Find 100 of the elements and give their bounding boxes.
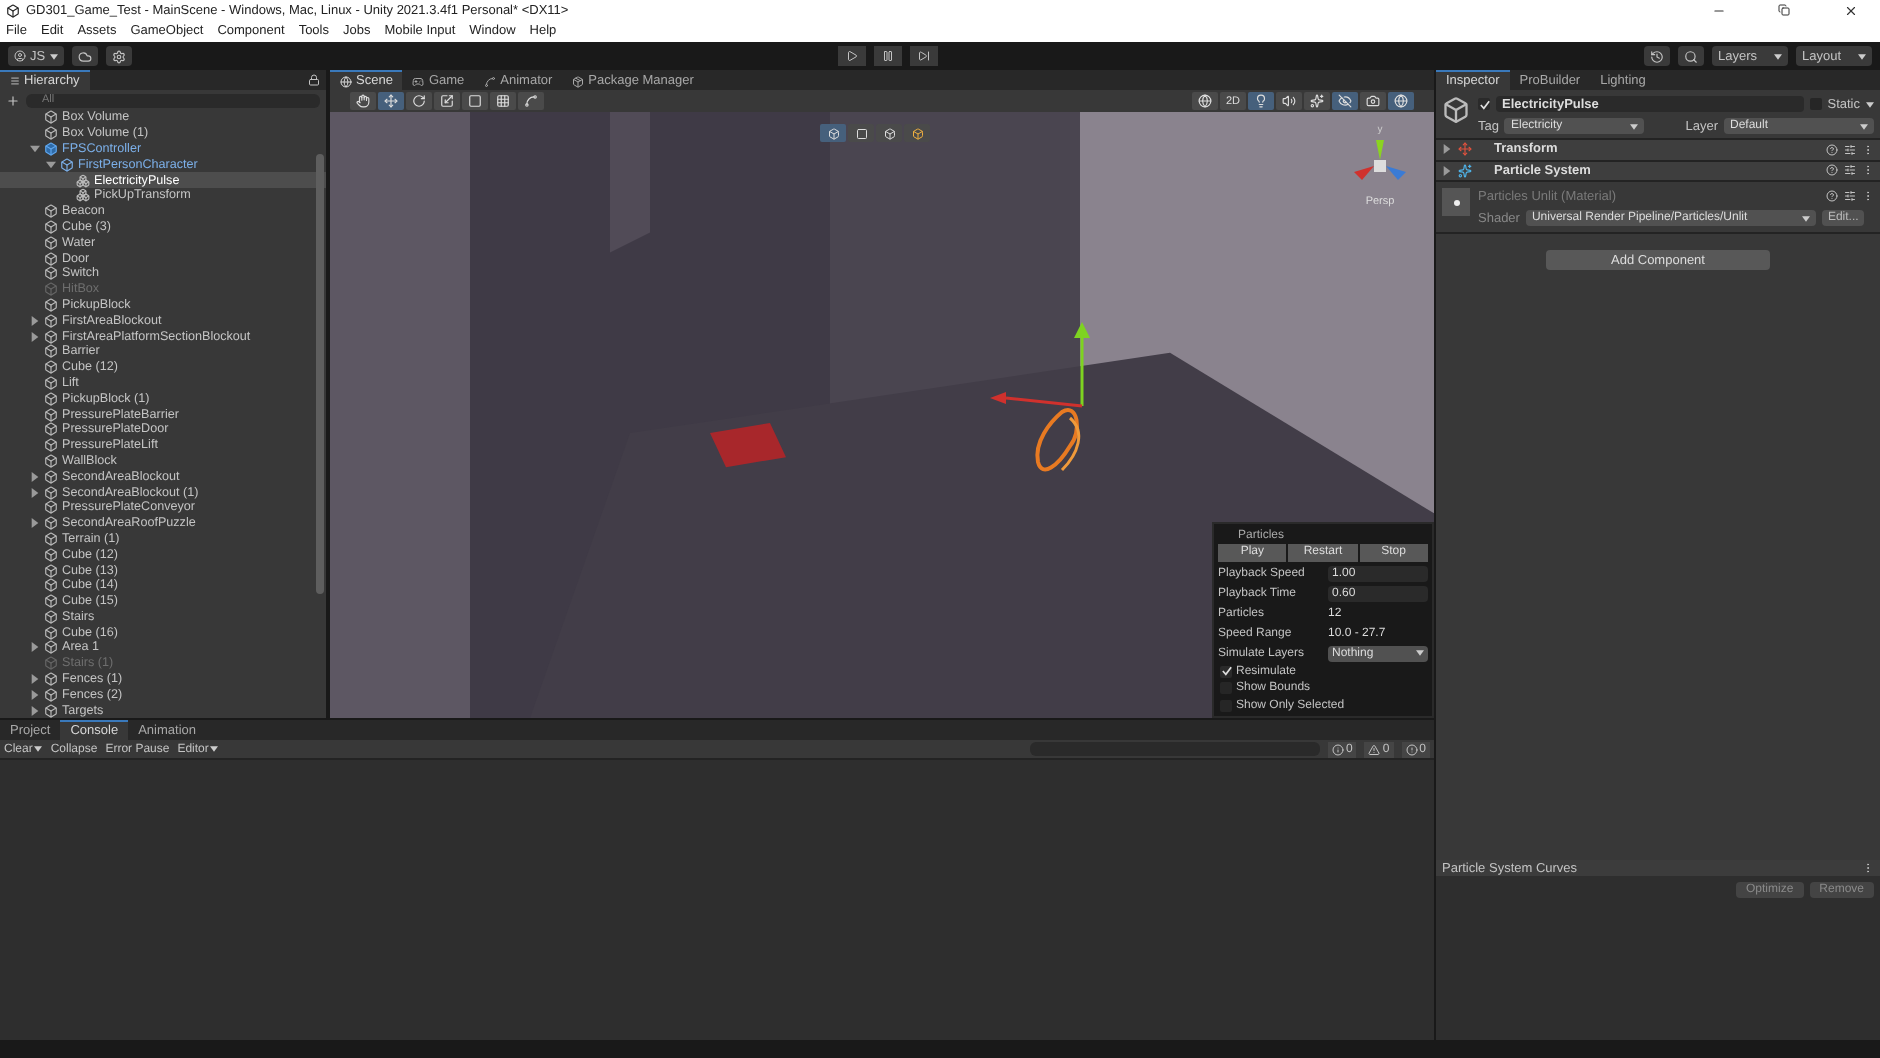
settings-icon xyxy=(111,49,126,63)
curve-icon xyxy=(484,75,497,87)
caret-icon[interactable] xyxy=(30,518,40,529)
close-icon xyxy=(1843,3,1857,17)
caret-icon xyxy=(1860,123,1868,129)
history-button[interactable] xyxy=(1644,46,1670,66)
play-icon xyxy=(845,50,858,62)
hand-tool-button[interactable] xyxy=(350,92,376,110)
visibility-toggle[interactable] xyxy=(1332,92,1358,110)
search-icon xyxy=(1684,49,1698,63)
view-button[interactable] xyxy=(904,124,930,142)
caret-icon[interactable] xyxy=(30,642,40,653)
caret-icon[interactable] xyxy=(46,159,56,170)
caret-icon[interactable] xyxy=(30,689,40,700)
view-button[interactable] xyxy=(876,124,902,142)
rotate-icon xyxy=(412,94,426,108)
eye-off-icon xyxy=(1338,94,1352,108)
package-icon xyxy=(572,75,585,87)
cloud-icon xyxy=(77,49,92,63)
user-icon xyxy=(14,50,26,62)
cube-icon xyxy=(911,127,923,139)
rect-tool-button[interactable] xyxy=(462,92,488,110)
custom-tool-button[interactable] xyxy=(518,92,544,110)
grid-icon xyxy=(496,94,510,108)
effects-button[interactable] xyxy=(1304,92,1330,110)
scrollbar-thumb[interactable] xyxy=(316,154,324,594)
add-icon[interactable] xyxy=(6,93,20,107)
list-icon xyxy=(10,76,20,86)
help-icon[interactable] xyxy=(1826,164,1838,177)
help-icon[interactable] xyxy=(1826,143,1838,156)
lightbulb-icon xyxy=(1254,94,1268,108)
cube-icon xyxy=(1442,96,1470,124)
caret-icon xyxy=(34,746,43,752)
restore-icon xyxy=(1778,4,1790,16)
sparkles-icon xyxy=(1458,163,1472,178)
audio-toggle[interactable] xyxy=(1276,92,1302,110)
info-icon xyxy=(1331,743,1344,755)
speaker-icon xyxy=(1282,94,1296,108)
material-preview xyxy=(1442,188,1470,216)
caret-icon[interactable] xyxy=(30,674,40,685)
check-icon xyxy=(1479,99,1489,109)
move-tool-button[interactable] xyxy=(378,92,404,110)
gamepad-icon xyxy=(412,75,425,87)
caret-icon[interactable] xyxy=(30,315,40,326)
square-icon xyxy=(468,94,482,108)
caret-icon xyxy=(1774,53,1782,59)
caret-icon[interactable] xyxy=(30,705,40,716)
caret-icon xyxy=(210,746,219,752)
pause-button[interactable] xyxy=(873,46,902,66)
step-icon xyxy=(917,50,930,62)
caret-icon xyxy=(1416,650,1424,656)
search-button[interactable] xyxy=(1678,46,1704,66)
square-icon xyxy=(855,127,867,139)
lock-icon[interactable] xyxy=(308,74,320,86)
settings-button[interactable] xyxy=(105,46,132,66)
pause-icon xyxy=(881,50,894,62)
scale-icon xyxy=(440,94,454,108)
globe-icon xyxy=(340,75,352,87)
caret-icon xyxy=(1801,215,1810,221)
caret-icon[interactable] xyxy=(30,487,40,498)
globe-icon xyxy=(1198,94,1212,108)
curve-icon xyxy=(524,94,538,108)
caret-icon xyxy=(1858,53,1866,59)
history-icon xyxy=(1650,49,1664,63)
globe-icon xyxy=(1394,94,1408,108)
caret-icon xyxy=(1866,101,1874,107)
scale-tool-button[interactable] xyxy=(434,92,460,110)
axes-icon xyxy=(1458,142,1472,157)
sliders-icon[interactable] xyxy=(1844,190,1856,202)
hand-icon xyxy=(356,94,370,108)
caret-icon xyxy=(1630,123,1639,129)
camera-icon xyxy=(1366,94,1380,108)
sliders-icon[interactable] xyxy=(1844,164,1856,177)
transform-tool-button[interactable] xyxy=(490,92,516,110)
shading-button[interactable] xyxy=(1192,92,1218,110)
gizmos-button[interactable] xyxy=(1388,92,1414,110)
check-icon xyxy=(1221,666,1231,677)
help-icon[interactable] xyxy=(1826,190,1838,202)
checkbox[interactable] xyxy=(1220,665,1232,678)
warning-icon xyxy=(1368,743,1381,755)
error-icon xyxy=(1405,743,1418,755)
cube-logo-icon xyxy=(6,3,20,17)
frame-button[interactable] xyxy=(848,124,874,142)
move-icon xyxy=(384,94,398,108)
caret-icon xyxy=(49,53,58,59)
play-button[interactable] xyxy=(837,46,866,66)
camera-button[interactable] xyxy=(1360,92,1386,110)
cube-icon xyxy=(883,127,895,139)
caret-icon[interactable] xyxy=(30,471,40,482)
sliders-icon[interactable] xyxy=(1844,143,1856,156)
view-button[interactable] xyxy=(820,124,846,142)
checkbox[interactable] xyxy=(1478,98,1490,110)
caret-icon[interactable] xyxy=(30,143,40,154)
rotate-tool-button[interactable] xyxy=(406,92,432,110)
lighting-toggle[interactable] xyxy=(1248,92,1274,110)
cube-icon xyxy=(827,127,839,139)
caret-icon[interactable] xyxy=(30,331,40,342)
step-button[interactable] xyxy=(909,46,938,66)
cloud-button[interactable] xyxy=(71,46,98,66)
sparkles-icon xyxy=(1310,94,1324,108)
